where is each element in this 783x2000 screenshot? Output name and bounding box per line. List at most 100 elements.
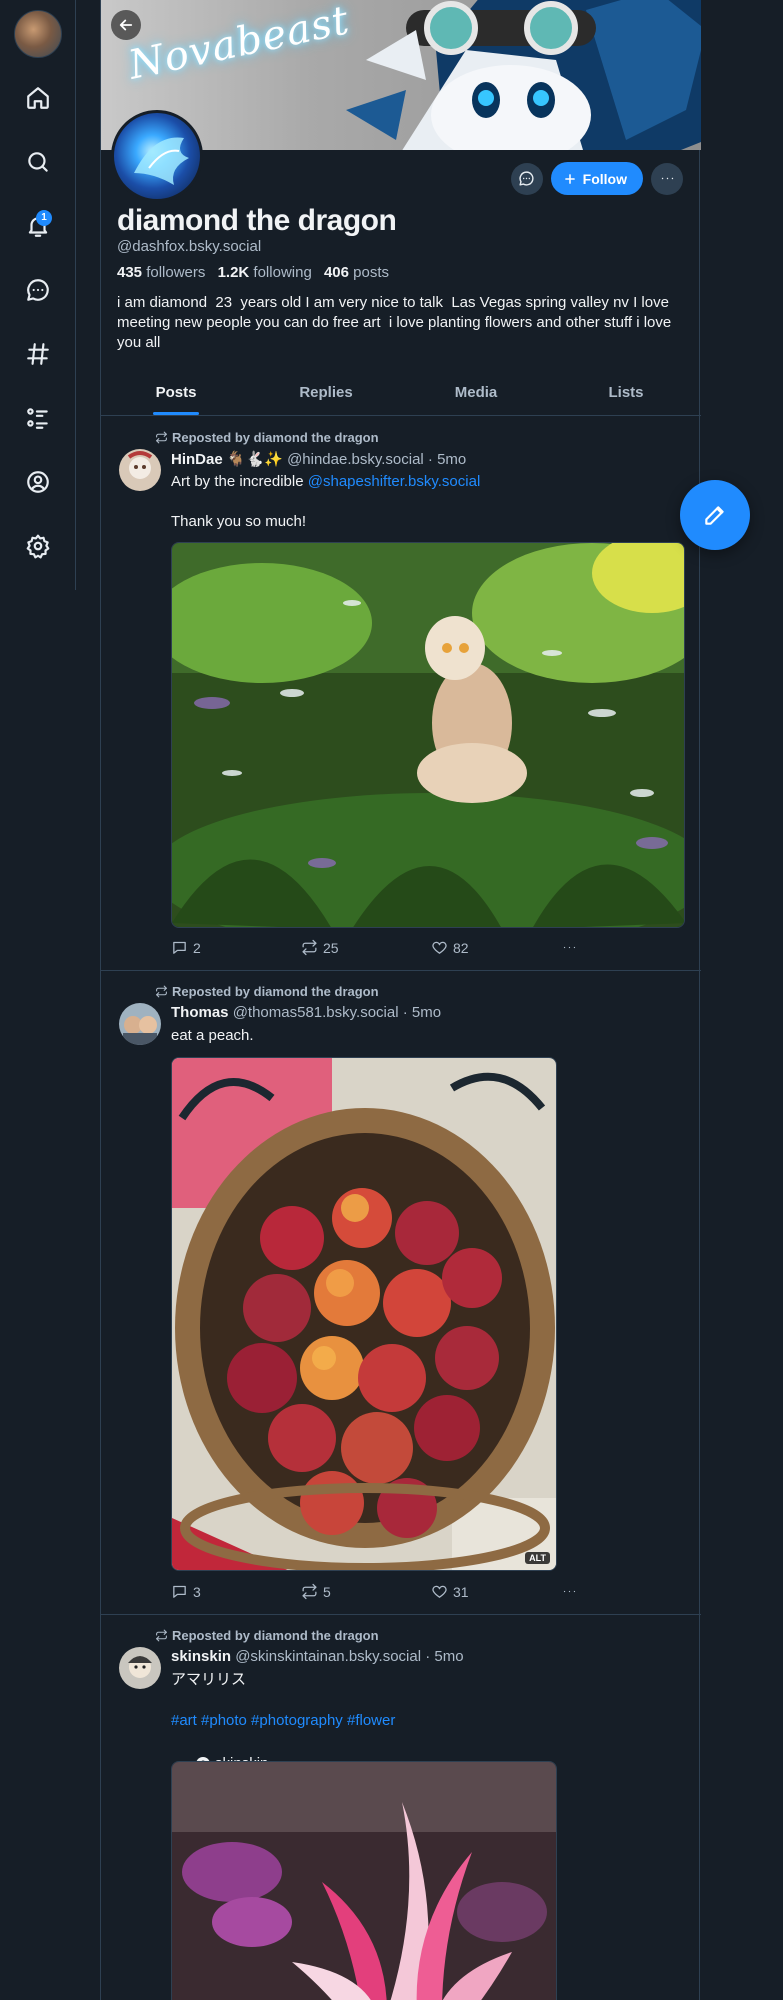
avatar-art [119,1647,161,1689]
post-author-handle[interactable]: @thomas581.bsky.social [233,1004,399,1021]
ellipsis-icon [661,177,673,180]
follow-button[interactable]: Follow [550,162,643,195]
profile-display-name: diamond the dragon [117,204,397,237]
reply-icon [173,941,186,954]
back-button[interactable] [111,10,141,40]
following-stat[interactable]: 1.2K following [218,264,312,281]
post-text: Art by the incredible @shapeshifter.bsky… [171,473,481,490]
peach-basket-photo [172,1058,556,1570]
profile-handle: @dashfox.bsky.social [117,238,262,255]
home-nav-button[interactable] [18,78,58,118]
message-button[interactable] [510,162,543,195]
ellipsis-icon [563,1590,576,1593]
gear-icon [26,534,50,559]
amaryllis-photo [172,1762,556,2000]
repost-icon [302,939,317,956]
repost-icon [302,1583,317,1600]
repost-indicator[interactable]: Reposted by diamond the dragon [155,1628,379,1643]
post-text: アマリリス [171,1671,247,1688]
reply-icon [173,1585,186,1598]
settings-nav-button[interactable] [18,526,58,566]
post-text-line: Thank you so much! [171,513,307,530]
post-text: eat a peach. [171,1027,254,1044]
feed-post[interactable]: Reposted by diamond the dragon HinDae 🐐🐇… [101,417,701,971]
post-author-avatar[interactable] [119,1647,161,1689]
post-author-name[interactable]: skinskin [171,1648,231,1665]
post-action-bar: 3 5 31 [171,1583,591,1603]
search-nav-button[interactable] [18,142,58,182]
chat-nav-button[interactable] [18,270,58,310]
plus-icon [564,173,575,184]
mention-link[interactable]: @shapeshifter.bsky.social [308,473,481,490]
tab-lists[interactable]: Lists [551,370,701,415]
repost-icon [156,1629,167,1642]
tab-replies[interactable]: Replies [251,370,401,415]
home-icon [27,87,49,109]
post-header: skinskin @skinskintainan.bsky.social · 5… [171,1648,464,1665]
user-circle-icon [27,471,49,493]
arrow-left-icon [119,19,133,31]
compose-icon [705,506,724,525]
post-image[interactable]: ALT [171,1057,557,1571]
more-options-button[interactable] [651,162,683,195]
tab-posts[interactable]: Posts [101,370,251,415]
ellipsis-icon [563,946,576,949]
alt-text-badge[interactable]: ALT [525,1552,550,1564]
post-header: Thomas @thomas581.bsky.social · 5mo [171,1004,442,1021]
reply-button[interactable]: 3 [171,1583,201,1600]
post-age[interactable]: 5mo [412,1004,441,1021]
profile-main-column: Novabeast Follow diamond the dragon @das… [100,0,701,2000]
feeds-nav-button[interactable] [18,334,58,374]
post-author-handle[interactable]: @skinskintainan.bsky.social [235,1648,421,1665]
heart-icon [432,941,447,954]
post-image[interactable] [171,1761,557,2000]
notifications-badge: 1 [36,210,52,226]
chat-bubble-icon [27,279,49,301]
post-author-handle[interactable]: @hindae.bsky.social [287,451,424,468]
avatar-art [119,1003,161,1045]
profile-nav-button[interactable] [18,462,58,502]
profile-tabs: Posts Replies Media Lists [101,370,701,416]
like-button[interactable]: 31 [431,1583,469,1600]
feed-post[interactable]: Reposted by diamond the dragon Thomas @t… [101,971,701,1615]
post-author-avatar[interactable] [119,1003,161,1045]
tab-media[interactable]: Media [401,370,551,415]
post-age[interactable]: 5mo [437,451,466,468]
post-image[interactable] [171,542,685,928]
profile-avatar[interactable] [111,110,203,202]
list-icon [27,408,48,429]
feed-post[interactable]: Reposted by diamond the dragon skinskin … [101,1615,701,2000]
like-button[interactable]: 82 [431,939,469,956]
post-header: HinDae 🐐🐇✨ @hindae.bsky.social · 5mo [171,451,467,468]
hashtag-links[interactable]: #art #photo #photography #flower [171,1711,681,1731]
avatar-dragon-art [134,137,189,185]
repost-button[interactable]: 25 [301,939,339,956]
chat-bubble-icon [519,171,534,186]
followers-stat[interactable]: 435 followers [117,264,205,281]
hashtag-icon [27,343,49,365]
search-icon [28,152,48,172]
post-author-name[interactable]: Thomas [171,1004,229,1021]
repost-indicator[interactable]: Reposted by diamond the dragon [155,430,379,445]
repost-indicator[interactable]: Reposted by diamond the dragon [155,984,379,999]
repost-icon [156,431,167,444]
heart-icon [432,1585,447,1598]
profile-bio: i am diamond 23 years old I am very nice… [117,294,676,351]
follow-label: Follow [582,170,627,187]
notifications-nav-button[interactable]: 1 [18,206,58,246]
repost-icon [156,985,167,998]
banner-character-art [346,0,701,150]
banner-signature: Novabeast [124,0,354,89]
reply-button[interactable]: 2 [171,939,201,956]
post-age[interactable]: 5mo [434,1648,463,1665]
lists-nav-button[interactable] [18,398,58,438]
post-author-avatar[interactable] [119,449,161,491]
post-more-button[interactable] [561,939,578,956]
repost-button[interactable]: 5 [301,1583,331,1600]
compose-post-button[interactable] [680,480,750,550]
lion-in-grass-art [172,543,684,927]
my-avatar[interactable] [14,10,62,58]
post-more-button[interactable] [561,1583,578,1600]
post-action-bar: 2 25 82 [171,939,591,959]
post-author-name[interactable]: HinDae 🐐🐇✨ [171,451,283,468]
